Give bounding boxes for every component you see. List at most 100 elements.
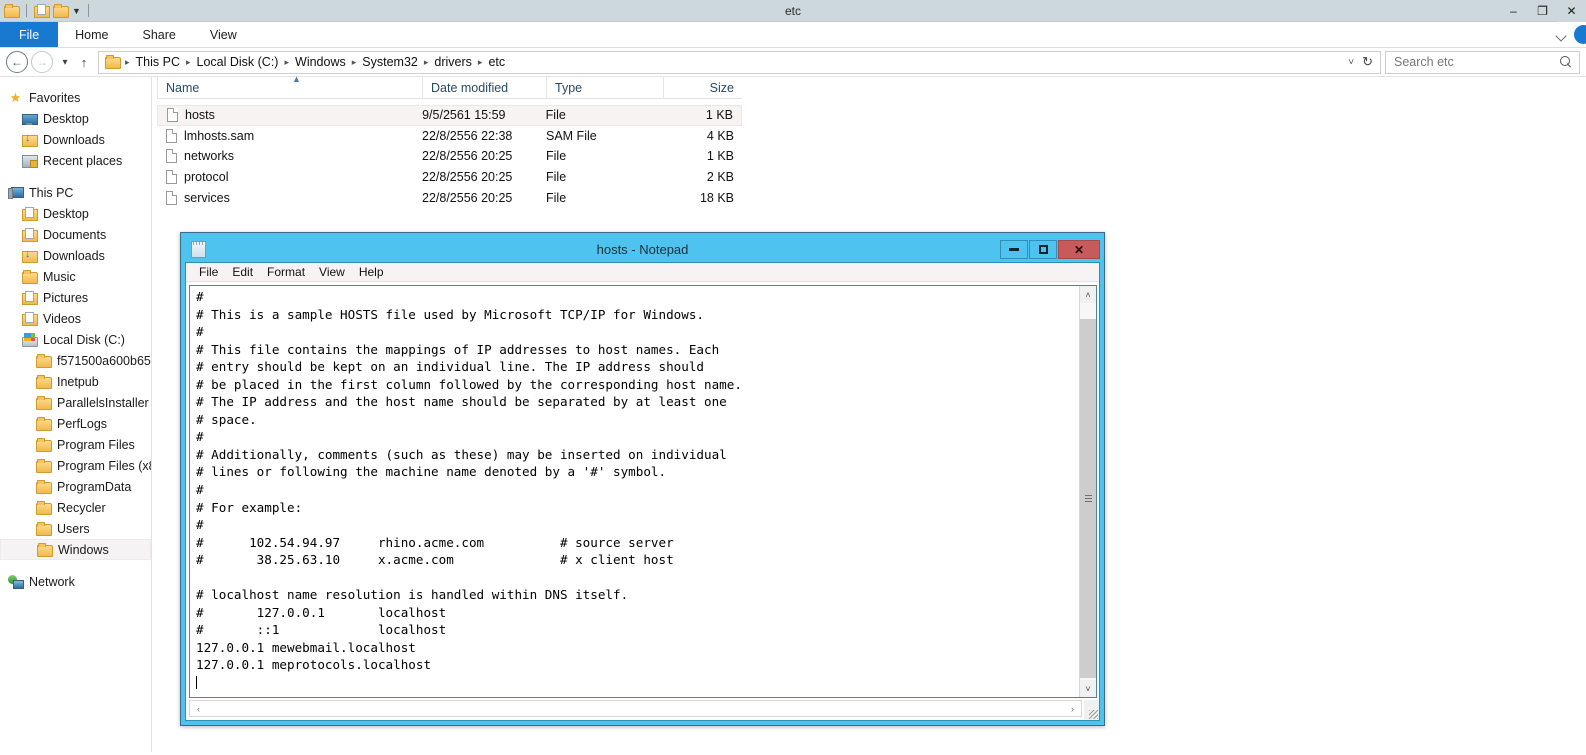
maximize-button[interactable]: ❐ (1528, 0, 1557, 22)
sidebar-item-favorites[interactable]: ★ Favorites (0, 87, 151, 108)
help-circle-icon[interactable] (1574, 25, 1586, 44)
scroll-right-button[interactable]: › (1064, 701, 1081, 716)
minimize-button[interactable]: – (1499, 0, 1528, 22)
table-row[interactable]: lmhosts.sam 22/8/2556 22:38 SAM File 4 K… (157, 126, 742, 147)
sidebar-item-pc-desktop[interactable]: Desktop (0, 203, 151, 224)
file-name-cell[interactable]: networks (157, 146, 422, 166)
breadcrumb-item-this-pc[interactable]: This PC (133, 55, 183, 69)
vertical-scroll-thumb[interactable] (1080, 319, 1096, 678)
notepad-horizontal-scrollbar[interactable]: ‹ › (189, 700, 1082, 717)
sidebar-item-documents[interactable]: Documents (0, 224, 151, 245)
file-name-label: protocol (184, 167, 228, 187)
sidebar-item-program-files-x86[interactable]: Program Files (x86 (0, 455, 151, 476)
menu-edit[interactable]: Edit (225, 265, 260, 279)
column-header-type[interactable]: Type (546, 77, 663, 99)
new-folder-icon[interactable] (53, 4, 68, 18)
breadcrumb-item-local-disk[interactable]: Local Disk (C:) (194, 55, 282, 69)
file-name-cell[interactable]: hosts (158, 105, 422, 125)
horizontal-scroll-track[interactable] (207, 701, 1064, 716)
tab-share[interactable]: Share (126, 22, 193, 47)
breadcrumb[interactable]: ▸ This PC ▸ Local Disk (C:) ▸ Windows ▸ … (98, 51, 1381, 74)
breadcrumb-item-etc[interactable]: etc (485, 55, 508, 69)
hosts-file-content[interactable]: # # This is a sample HOSTS file used by … (190, 286, 1079, 697)
table-row[interactable]: networks 22/8/2556 20:25 File 1 KB (157, 146, 742, 167)
notepad-minimize-button[interactable] (1000, 240, 1028, 259)
notepad-window-controls[interactable]: ✕ (999, 240, 1100, 259)
file-name-cell[interactable]: lmhosts.sam (157, 126, 422, 146)
tab-home[interactable]: Home (58, 22, 125, 47)
sidebar-item-local-disk[interactable]: Local Disk (C:) (0, 329, 151, 350)
chevron-down-icon[interactable] (1556, 29, 1568, 41)
column-header-size[interactable]: Size (663, 77, 742, 99)
sidebar-item-music[interactable]: Music (0, 266, 151, 287)
address-history-icon[interactable]: ˅ (1348, 57, 1354, 68)
column-header-date-modified[interactable]: Date modified (422, 77, 546, 99)
sidebar-item-parallelsinstaller[interactable]: ParallelsInstaller (0, 392, 151, 413)
scroll-up-button[interactable]: ˄ (1080, 286, 1096, 303)
back-button[interactable]: ← (6, 51, 28, 73)
forward-button[interactable]: → (31, 51, 53, 73)
sidebar-item-users[interactable]: Users (0, 518, 151, 539)
folder-icon[interactable] (4, 4, 19, 18)
breadcrumb-separator[interactable]: ▸ (475, 57, 486, 68)
breadcrumb-separator[interactable]: ▸ (421, 57, 432, 68)
recent-locations-button[interactable]: ▾ (56, 51, 74, 73)
table-row[interactable]: hosts 9/5/2561 15:59 File 1 KB (157, 105, 742, 126)
sidebar-item-desktop[interactable]: Desktop (0, 108, 151, 129)
breadcrumb-separator[interactable]: ▸ (183, 57, 194, 68)
table-row[interactable]: services 22/8/2556 20:25 File 18 KB (157, 187, 742, 208)
sidebar-item-downloads[interactable]: Downloads (0, 129, 151, 150)
notepad-body: File Edit Format View Help # # This is a… (185, 262, 1100, 721)
search-box[interactable] (1385, 51, 1580, 74)
column-header-name[interactable]: Name (157, 77, 422, 99)
menu-help[interactable]: Help (352, 265, 391, 279)
sidebar-item-recent-places[interactable]: Recent places (0, 150, 151, 171)
sidebar-item-label: Program Files (x86 (57, 459, 152, 473)
tab-view[interactable]: View (193, 22, 254, 47)
sidebar-item-perflogs[interactable]: PerfLogs (0, 413, 151, 434)
sidebar-item-f571500a600b6509[interactable]: f571500a600b6509 (0, 350, 151, 371)
sidebar-item-programdata[interactable]: ProgramData (0, 476, 151, 497)
folder-icon (36, 522, 51, 536)
sidebar-item-pictures[interactable]: Pictures (0, 287, 151, 308)
close-button[interactable]: ✕ (1557, 0, 1586, 22)
sidebar-item-inetpub[interactable]: Inetpub (0, 371, 151, 392)
notepad-text-area[interactable]: # # This is a sample HOSTS file used by … (189, 285, 1097, 698)
notepad-vertical-scrollbar[interactable]: ˄ ˅ (1079, 286, 1096, 697)
sidebar-item-pc-downloads[interactable]: Downloads (0, 245, 151, 266)
breadcrumb-separator[interactable]: ▸ (281, 57, 292, 68)
customize-dropdown-icon[interactable]: ▼ (72, 6, 81, 16)
notepad-close-button[interactable]: ✕ (1058, 240, 1100, 259)
menu-file[interactable]: File (192, 265, 225, 279)
search-input[interactable] (1392, 54, 1560, 70)
breadcrumb-separator[interactable]: ▸ (122, 57, 133, 68)
menu-view[interactable]: View (312, 265, 352, 279)
breadcrumb-separator[interactable]: ▸ (349, 57, 360, 68)
sidebar-item-windows[interactable]: Windows (0, 539, 151, 560)
notepad-maximize-button[interactable] (1029, 240, 1057, 259)
properties-icon[interactable] (34, 4, 49, 18)
sidebar-item-recycler[interactable]: Recycler (0, 497, 151, 518)
window-controls[interactable]: – ❐ ✕ (1499, 0, 1586, 22)
breadcrumb-item-windows[interactable]: Windows (292, 55, 349, 69)
refresh-icon[interactable]: ↻ (1362, 54, 1373, 70)
file-name-cell[interactable]: protocol (157, 167, 422, 187)
file-name-cell[interactable]: services (157, 188, 422, 208)
scroll-left-button[interactable]: ‹ (190, 701, 207, 716)
breadcrumb-item-system32[interactable]: System32 (359, 55, 421, 69)
resize-grip[interactable] (1084, 700, 1099, 720)
up-button[interactable]: ↑ (74, 55, 94, 70)
table-row[interactable]: protocol 22/8/2556 20:25 File 2 KB (157, 167, 742, 188)
quick-access-toolbar[interactable]: ▼ (0, 4, 92, 18)
sidebar-item-label: Pictures (43, 291, 88, 305)
breadcrumb-item-drivers[interactable]: drivers (431, 55, 475, 69)
sidebar-item-network[interactable]: Network (0, 571, 151, 592)
sidebar-item-this-pc[interactable]: This PC (0, 182, 151, 203)
search-icon[interactable] (1560, 56, 1573, 69)
sidebar-item-videos[interactable]: Videos (0, 308, 151, 329)
menu-format[interactable]: Format (260, 265, 312, 279)
scroll-down-button[interactable]: ˅ (1080, 680, 1096, 697)
sidebar-item-program-files[interactable]: Program Files (0, 434, 151, 455)
tab-file[interactable]: File (0, 22, 58, 47)
vertical-scroll-track[interactable] (1080, 303, 1096, 680)
